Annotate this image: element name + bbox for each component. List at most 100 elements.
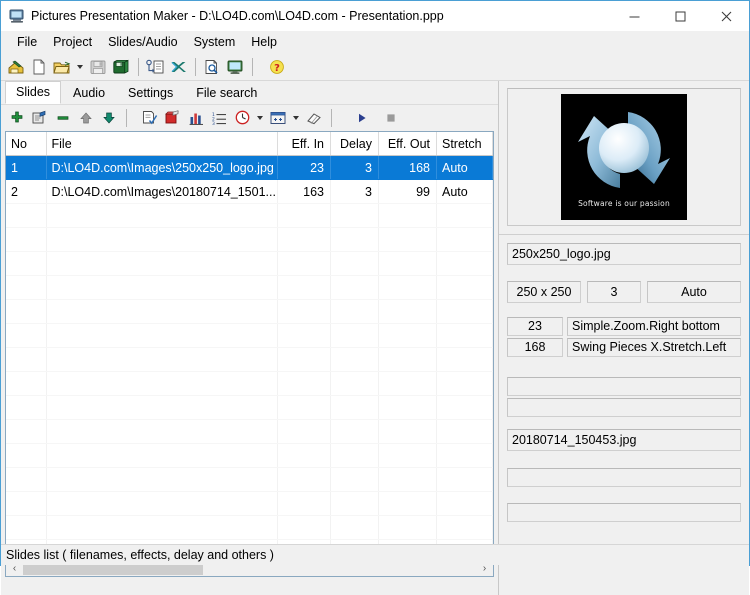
help-icon[interactable]: ? — [266, 56, 288, 78]
import-slides-icon[interactable] — [144, 56, 166, 78]
empty-field-3[interactable] — [507, 468, 741, 487]
tab-audio[interactable]: Audio — [62, 82, 117, 104]
menu-system[interactable]: System — [186, 33, 244, 51]
effect-in-id-field[interactable]: 23 — [507, 317, 563, 336]
tab-slides[interactable]: Slides — [5, 81, 62, 104]
slides-pane: Slides Audio Settings File search 1 2 3 … — [1, 81, 498, 595]
stretch-field[interactable]: Auto — [647, 281, 741, 303]
table-empty-row — [6, 443, 493, 468]
column-header-stretch[interactable]: Stretch — [436, 132, 493, 156]
menu-project[interactable]: Project — [45, 33, 100, 51]
table-header-row: No File Eff. In Delay Eff. Out Stretch — [6, 132, 493, 156]
column-header-eff-in[interactable]: Eff. In — [277, 132, 331, 156]
empty-field-2[interactable] — [507, 398, 741, 417]
filename-field[interactable]: 250x250_logo.jpg — [507, 243, 741, 265]
window-controls — [611, 1, 749, 31]
stretch-icon[interactable] — [267, 107, 289, 129]
open-dropdown-caret[interactable] — [74, 56, 85, 78]
menu-help[interactable]: Help — [243, 33, 285, 51]
empty-field-1[interactable] — [507, 377, 741, 396]
column-header-delay[interactable]: Delay — [330, 132, 379, 156]
details-divider — [499, 234, 749, 235]
cell-eff-in: 163 — [277, 179, 331, 204]
save-icon[interactable] — [87, 56, 109, 78]
effects-icon[interactable] — [162, 107, 184, 129]
add-slide-icon[interactable] — [6, 107, 28, 129]
table-empty-row — [6, 419, 493, 444]
next-filename-field[interactable]: 20180714_150453.jpg — [507, 429, 741, 451]
save-all-icon[interactable] — [110, 56, 132, 78]
stop-icon[interactable] — [380, 107, 402, 129]
table-empty-row — [6, 203, 493, 228]
effect-out-name-field[interactable]: Swing Pieces X.Stretch.Left — [567, 338, 741, 357]
logo-caption: Software is our passion — [578, 199, 670, 208]
chart-icon[interactable] — [185, 107, 207, 129]
toolbar-separator-1 — [138, 58, 139, 76]
delay-dropdown-caret[interactable] — [254, 107, 265, 129]
table-row[interactable]: 1 D:\LO4D.com\Images\250x250_logo.jpg 23… — [6, 155, 493, 180]
minimize-button[interactable] — [611, 1, 657, 31]
table-empty-row — [6, 371, 493, 396]
check-list-icon[interactable] — [139, 107, 161, 129]
app-window: Pictures Presentation Maker - D:\LO4D.co… — [0, 0, 750, 595]
menu-file[interactable]: File — [9, 33, 45, 51]
tab-file-search[interactable]: File search — [185, 82, 269, 104]
table-empty-row — [6, 299, 493, 324]
list-order-icon[interactable]: 1 2 3 — [208, 107, 230, 129]
column-header-no[interactable]: No — [6, 132, 47, 156]
home-project-icon[interactable] — [5, 56, 27, 78]
cell-eff-out: 99 — [378, 179, 437, 204]
preview-box: Software is our passion — [507, 88, 741, 226]
move-up-icon[interactable] — [75, 107, 97, 129]
preview-page-icon[interactable] — [201, 56, 223, 78]
cell-no: 1 — [6, 155, 47, 180]
status-bar: Slides list ( filenames, effects, delay … — [1, 544, 749, 565]
close-button[interactable] — [703, 1, 749, 31]
table-empty-row — [6, 395, 493, 420]
cell-delay: 3 — [330, 155, 379, 180]
title-bar: Pictures Presentation Maker - D:\LO4D.co… — [1, 1, 749, 31]
dimensions-field[interactable]: 250 x 250 — [507, 281, 581, 303]
eraser-icon[interactable] — [303, 107, 325, 129]
table-empty-row — [6, 323, 493, 348]
remove-slide-icon[interactable] — [52, 107, 74, 129]
cell-eff-in: 23 — [277, 155, 331, 180]
menu-bar: File Project Slides/Audio System Help — [1, 31, 749, 54]
table-empty-row — [6, 251, 493, 276]
status-text: Slides list ( filenames, effects, delay … — [6, 548, 274, 562]
svg-text:3: 3 — [212, 120, 215, 124]
tab-settings[interactable]: Settings — [117, 82, 185, 104]
slides-table: No File Eff. In Delay Eff. Out Stretch 1… — [6, 132, 493, 556]
delay-field[interactable]: 3 — [587, 281, 641, 303]
table-empty-row — [6, 347, 493, 372]
maximize-button[interactable] — [657, 1, 703, 31]
monitor-icon[interactable] — [224, 56, 246, 78]
edit-slide-icon[interactable] — [29, 107, 51, 129]
svg-text:?: ? — [274, 63, 280, 74]
cell-no: 2 — [6, 179, 47, 204]
play-icon[interactable] — [351, 107, 373, 129]
table-row[interactable]: 2 D:\LO4D.com\Images\20180714_1501... 16… — [6, 179, 493, 204]
menu-slides-audio[interactable]: Slides/Audio — [100, 33, 186, 51]
tab-strip: Slides Audio Settings File search — [1, 81, 498, 104]
cell-eff-out: 168 — [378, 155, 437, 180]
column-header-eff-out[interactable]: Eff. Out — [378, 132, 437, 156]
table-empty-row — [6, 275, 493, 300]
open-folder-icon[interactable] — [51, 56, 73, 78]
window-title: Pictures Presentation Maker - D:\LO4D.co… — [31, 9, 444, 23]
export-x-icon[interactable] — [167, 56, 189, 78]
move-down-icon[interactable] — [98, 107, 120, 129]
slides-list[interactable]: No File Eff. In Delay Eff. Out Stretch 1… — [5, 131, 494, 557]
cell-file: D:\LO4D.com\Images\250x250_logo.jpg — [46, 155, 278, 180]
empty-field-4[interactable] — [507, 503, 741, 522]
column-header-file[interactable]: File — [46, 132, 278, 156]
effect-out-id-field[interactable]: 168 — [507, 338, 563, 357]
new-file-icon[interactable] — [28, 56, 50, 78]
delay-clock-icon[interactable] — [231, 107, 253, 129]
slides-toolbar: 1 2 3 — [1, 104, 498, 130]
details-pane: Software is our passion 250x250_logo.jpg… — [498, 81, 749, 595]
stretch-dropdown-caret[interactable] — [290, 107, 301, 129]
cell-delay: 3 — [330, 179, 379, 204]
effect-in-name-field[interactable]: Simple.Zoom.Right bottom — [567, 317, 741, 336]
body-area: Slides Audio Settings File search 1 2 3 … — [1, 81, 749, 595]
